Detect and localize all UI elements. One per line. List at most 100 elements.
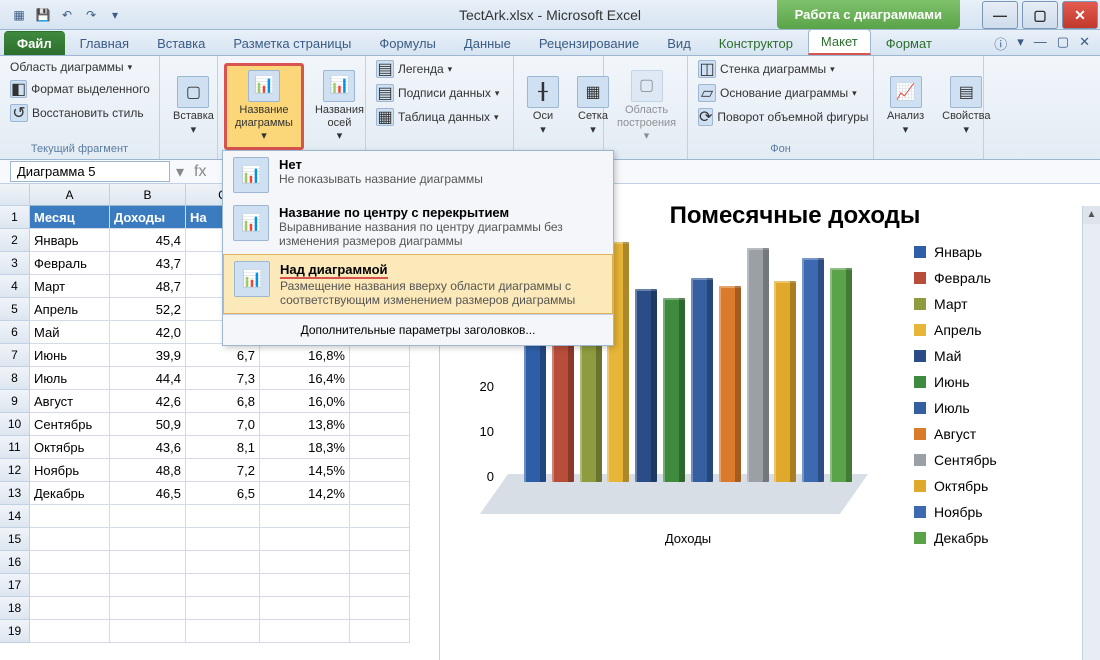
cell[interactable]: 45,4 [110,229,186,252]
cell[interactable] [350,390,410,413]
cell[interactable]: 7,0 [186,413,260,436]
namebox-arrow-icon[interactable]: ▾ [170,162,190,182]
cell[interactable]: 52,2 [110,298,186,321]
bar[interactable] [691,278,713,482]
cell[interactable]: 39,9 [110,344,186,367]
tab-page-layout[interactable]: Разметка страницы [220,31,364,55]
bar[interactable] [830,268,852,482]
redo-icon[interactable]: ↷ [82,6,100,24]
reset-style-button[interactable]: ↺Восстановить стиль [6,102,153,124]
insert-button[interactable]: ▢Вставка▾ [166,73,221,139]
tab-file[interactable]: Файл [4,31,65,55]
chart-element-selector[interactable]: Область диаграммы▾ [6,58,153,76]
cell[interactable]: 42,6 [110,390,186,413]
row-num[interactable]: 8 [0,367,30,390]
close-button[interactable]: ✕ [1062,1,1098,29]
legend-item[interactable]: Май [914,348,997,364]
undo-icon[interactable]: ↶ [58,6,76,24]
legend-item[interactable]: Июнь [914,374,997,390]
legend[interactable]: ЯнварьФевральМартАпрельМайИюньИюльАвгуст… [914,244,997,556]
cell[interactable]: 6,7 [186,344,260,367]
chart-floor-button[interactable]: ▱Основание диаграммы▾ [694,82,867,104]
dd-option-overlay[interactable]: 📊 Название по центру с перекрытиемВыравн… [223,199,613,254]
cell[interactable]: Октябрь [30,436,110,459]
row-num[interactable]: 7 [0,344,30,367]
maximize-button[interactable]: ▢ [1022,1,1058,29]
row-num[interactable]: 16 [0,551,30,574]
cell[interactable]: 42,0 [110,321,186,344]
legend-item[interactable]: Октябрь [914,478,997,494]
cell[interactable]: 48,8 [110,459,186,482]
cell[interactable]: Доходы [110,206,186,229]
cell[interactable]: Месяц [30,206,110,229]
cell[interactable]: Апрель [30,298,110,321]
cell[interactable]: Ноябрь [30,459,110,482]
row-num[interactable]: 13 [0,482,30,505]
chart-title-button[interactable]: 📊Название диаграммы▾ [224,63,304,151]
row-num[interactable]: 18 [0,597,30,620]
cell[interactable]: 44,4 [110,367,186,390]
tab-chart-layout[interactable]: Макет [808,29,871,55]
tab-home[interactable]: Главная [67,31,142,55]
cell[interactable]: Июнь [30,344,110,367]
legend-item[interactable]: Декабрь [914,530,997,546]
cell[interactable]: 14,5% [260,459,350,482]
legend-item[interactable]: Март [914,296,997,312]
cell[interactable]: Январь [30,229,110,252]
fx-icon[interactable]: fx [190,163,210,181]
cell[interactable]: 6,5 [186,482,260,505]
cell[interactable]: 50,9 [110,413,186,436]
cell[interactable]: 16,8% [260,344,350,367]
vertical-scrollbar[interactable]: ▲ [1082,206,1100,660]
help-icon[interactable]: ⓘ [994,34,1007,53]
cell[interactable]: 16,0% [260,390,350,413]
row-num[interactable]: 14 [0,505,30,528]
row-num[interactable]: 2 [0,229,30,252]
legend-item[interactable]: Ноябрь [914,504,997,520]
bar[interactable] [774,281,796,482]
cell[interactable]: 48,7 [110,275,186,298]
tab-chart-format[interactable]: Формат [873,31,945,55]
row-num[interactable]: 11 [0,436,30,459]
cell[interactable]: Июль [30,367,110,390]
cell[interactable]: 7,3 [186,367,260,390]
legend-item[interactable]: Август [914,426,997,442]
cell[interactable]: Август [30,390,110,413]
axis-titles-button[interactable]: 📊Названия осей▾ [308,67,371,147]
row-num[interactable]: 17 [0,574,30,597]
tab-formulas[interactable]: Формулы [366,31,449,55]
minimize-ribbon-icon[interactable]: ▾ [1017,34,1024,53]
dd-option-none[interactable]: 📊 НетНе показывать название диаграммы [223,151,613,199]
row-num[interactable]: 3 [0,252,30,275]
bar[interactable] [802,258,824,482]
cell[interactable]: 8,1 [186,436,260,459]
workbook-min-icon[interactable]: — [1034,34,1047,53]
bar[interactable] [747,248,769,482]
format-selection-button[interactable]: ◧Формат выделенного [6,78,153,100]
bar[interactable] [663,298,685,482]
legend-item[interactable]: Апрель [914,322,997,338]
analysis-button[interactable]: 📈Анализ▾ [880,73,931,139]
row-num[interactable]: 19 [0,620,30,643]
cell[interactable]: 13,8% [260,413,350,436]
cell[interactable] [350,367,410,390]
bar[interactable] [719,286,741,482]
rotation-button[interactable]: ⟳Поворот объемной фигуры [694,106,867,128]
qat-more-icon[interactable]: ▾ [106,6,124,24]
legend-item[interactable]: Февраль [914,270,997,286]
cell[interactable]: 18,3% [260,436,350,459]
tab-review[interactable]: Рецензирование [526,31,652,55]
row-num[interactable]: 4 [0,275,30,298]
cell[interactable]: 16,4% [260,367,350,390]
cell[interactable]: 46,5 [110,482,186,505]
minimize-button[interactable]: — [982,1,1018,29]
legend-item[interactable]: Июль [914,400,997,416]
cell[interactable] [350,344,410,367]
cell[interactable] [350,413,410,436]
dd-option-above[interactable]: 📊 Над диаграммойРазмещение названия ввер… [223,254,613,314]
save-icon[interactable]: 💾 [34,6,52,24]
cell[interactable]: 6,8 [186,390,260,413]
data-labels-button[interactable]: ▤Подписи данных▾ [372,82,507,104]
cell[interactable] [350,482,410,505]
bar[interactable] [635,289,657,482]
